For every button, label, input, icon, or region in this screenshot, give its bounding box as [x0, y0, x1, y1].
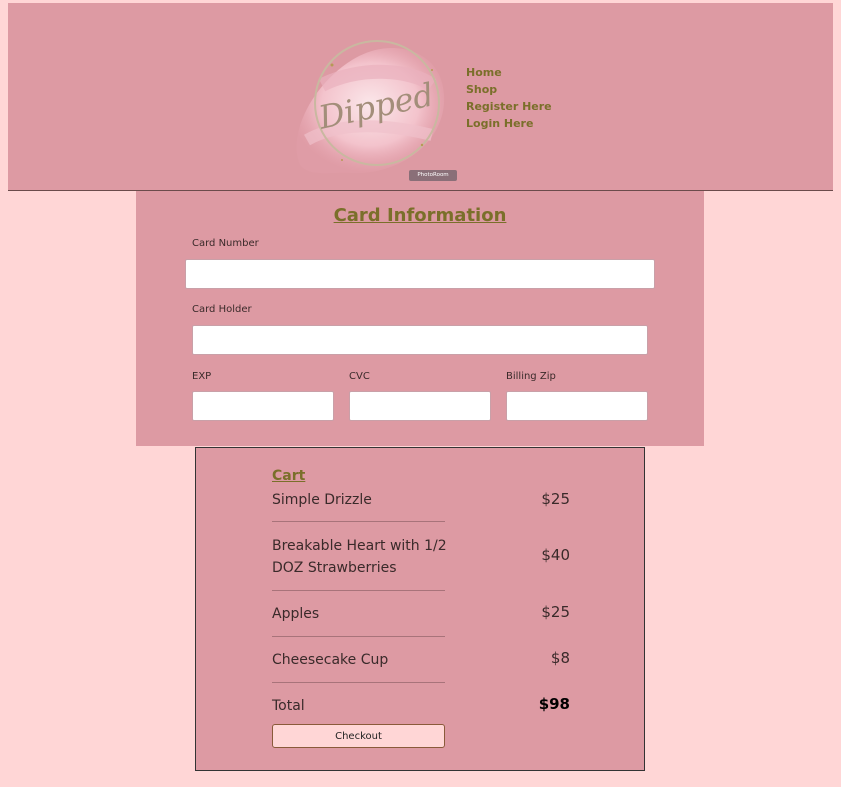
cart-item-name: Apples	[272, 606, 320, 622]
cart-total-value: $98	[538, 695, 570, 713]
card-holder-label: Card Holder	[192, 304, 252, 315]
checkout-button[interactable]: Checkout	[272, 724, 445, 748]
nav-login-link[interactable]: Login Here	[466, 115, 552, 132]
cvc-input[interactable]	[349, 391, 491, 421]
cart-divider	[272, 590, 445, 591]
cart-item-price: $25	[541, 490, 570, 508]
cart-total-row: Total $98	[272, 695, 570, 717]
cart-item-price: $25	[541, 603, 570, 621]
cart-item: Breakable Heart with 1/2 DOZ Strawberrie…	[272, 535, 570, 579]
nav-register-link[interactable]: Register Here	[466, 98, 552, 115]
cart-item-name: Simple Drizzle	[272, 492, 372, 508]
billing-zip-label: Billing Zip	[506, 371, 556, 382]
site-header: Dipped PhotoRoom Home Shop Register Here…	[8, 3, 833, 191]
dipped-logo[interactable]: Dipped	[282, 25, 452, 185]
cart-divider	[272, 636, 445, 637]
cart-item-name: Breakable Heart with 1/2 DOZ Strawberrie…	[272, 538, 447, 576]
card-number-input[interactable]	[185, 259, 655, 289]
cart-item-price: $8	[550, 649, 570, 667]
card-holder-input[interactable]	[192, 325, 648, 355]
cart-divider	[272, 682, 445, 683]
cart-item: Apples $25	[272, 603, 570, 625]
cart-item: Simple Drizzle $25	[272, 489, 570, 511]
cvc-label: CVC	[349, 371, 370, 382]
card-information-panel: Card Information Card Number Card Holder…	[136, 191, 704, 446]
cart-item-price: $40	[541, 546, 570, 564]
nav-home-link[interactable]: Home	[466, 64, 552, 81]
cart-divider	[272, 521, 445, 522]
cart-item-name: Cheesecake Cup	[272, 652, 389, 668]
exp-label: EXP	[192, 371, 212, 382]
card-number-label: Card Number	[192, 238, 259, 249]
cart-item: Cheesecake Cup $8	[272, 649, 570, 671]
cart-panel: Cart Simple Drizzle $25 Breakable Heart …	[195, 447, 645, 771]
cart-title: Cart	[272, 468, 306, 484]
photoroom-watermark: PhotoRoom	[409, 170, 457, 181]
card-information-title: Card Information	[333, 205, 507, 226]
billing-zip-input[interactable]	[506, 391, 648, 421]
nav-shop-link[interactable]: Shop	[466, 81, 552, 98]
main-nav: Home Shop Register Here Login Here	[466, 64, 552, 132]
exp-input[interactable]	[192, 391, 334, 421]
cart-total-label: Total	[272, 698, 305, 714]
